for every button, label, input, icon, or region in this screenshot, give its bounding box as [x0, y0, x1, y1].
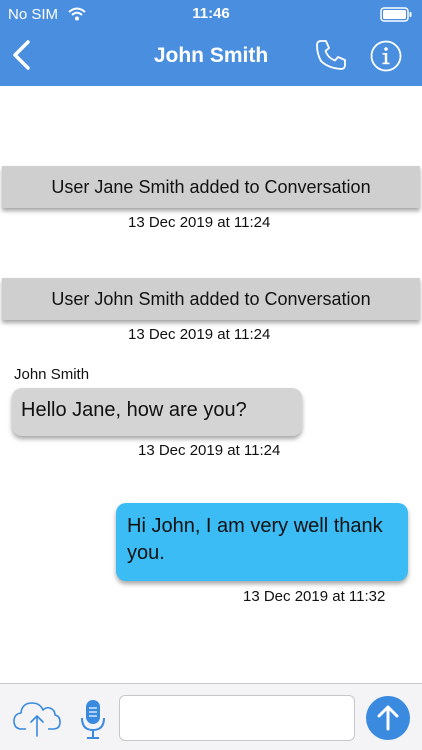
info-icon	[370, 40, 402, 72]
battery-icon	[380, 7, 412, 22]
system-message-timestamp: 13 Dec 2019 at 11:24	[128, 326, 271, 343]
conversation-title: John Smith	[153, 44, 269, 67]
outgoing-message-timestamp: 13 Dec 2019 at 11:32	[243, 588, 386, 605]
system-message: User Jane Smith added to Conversation	[2, 166, 420, 208]
system-message: User John Smith added to Conversation	[2, 278, 420, 320]
message-composer	[0, 683, 422, 750]
incoming-message-timestamp: 13 Dec 2019 at 11:24	[138, 442, 281, 459]
incoming-message-bubble[interactable]: Hello Jane, how are you?	[12, 388, 302, 436]
arrow-up-icon	[377, 705, 399, 731]
outgoing-message-bubble[interactable]: Hi John, I am very well thank you.	[116, 503, 408, 581]
status-bar: No SIM 11:46	[0, 0, 422, 28]
info-button[interactable]	[370, 40, 402, 72]
system-message-timestamp: 13 Dec 2019 at 11:24	[128, 214, 271, 231]
phone-icon	[316, 40, 346, 70]
upload-button[interactable]	[12, 698, 62, 738]
send-button[interactable]	[366, 696, 410, 740]
message-input[interactable]	[119, 695, 355, 741]
sender-name: John Smith	[14, 366, 90, 383]
cloud-upload-icon	[13, 702, 61, 737]
call-button[interactable]	[314, 38, 348, 72]
microphone-icon	[81, 700, 105, 739]
status-time: 11:46	[192, 5, 230, 22]
microphone-button[interactable]	[79, 698, 107, 740]
navigation-header: No SIM 11:46 John Smith	[0, 0, 422, 86]
